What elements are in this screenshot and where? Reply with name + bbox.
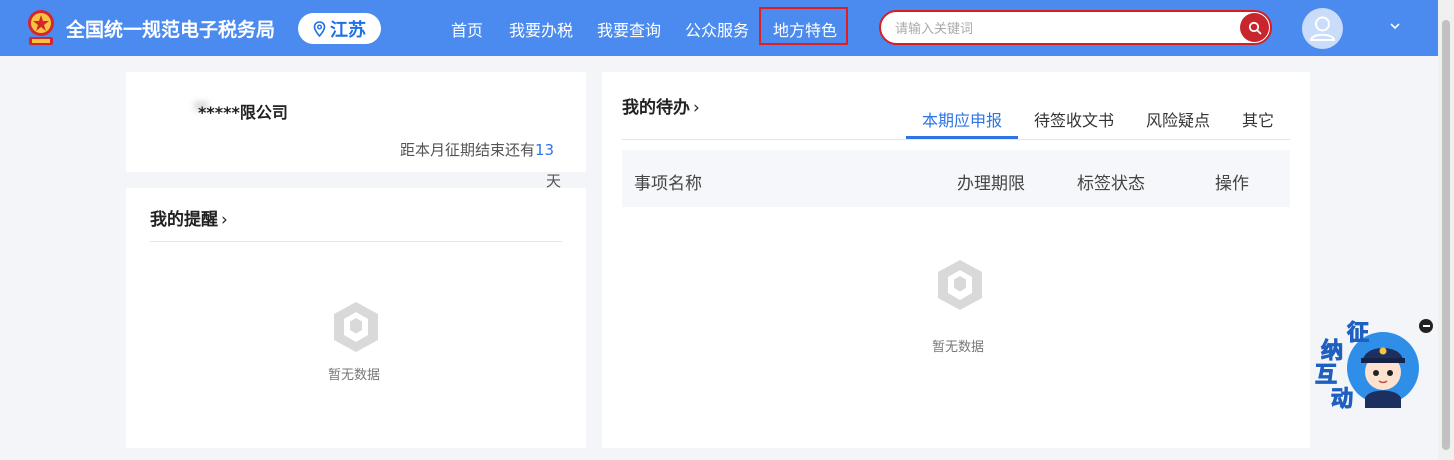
nav-highlight-box	[759, 7, 848, 45]
svg-text:互: 互	[1315, 363, 1337, 388]
todo-title-label: 我的待办	[622, 98, 690, 118]
nav-public-service[interactable]: 公众服务	[685, 17, 749, 41]
page-scrollbar-thumb[interactable]	[1442, 20, 1450, 450]
empty-box-icon	[334, 302, 378, 352]
svg-text:动: 动	[1331, 387, 1353, 412]
taxpayer-interaction-mascot[interactable]: 征 纳 互 动	[1313, 318, 1419, 414]
svg-text:纳: 纳	[1321, 338, 1343, 364]
reminders-empty-text: 暂无数据	[328, 368, 381, 383]
reminders-title-label: 我的提醒	[150, 210, 218, 230]
svg-text:征: 征	[1347, 320, 1369, 346]
search-icon	[1248, 21, 1261, 34]
table-header	[622, 150, 1290, 207]
reminders-title[interactable]: 我的提醒 ›	[150, 205, 228, 230]
tax-emblem-logo	[28, 10, 54, 45]
todo-title[interactable]: 我的待办 ›	[622, 93, 700, 118]
user-icon	[1309, 16, 1336, 41]
search-input[interactable]	[893, 17, 1237, 41]
column-header-deadline: 办理期限	[957, 174, 1025, 194]
tab-documents-to-sign[interactable]: 待签收文书	[1034, 107, 1114, 131]
active-tab-indicator	[906, 136, 1018, 139]
chevron-right-icon: ›	[693, 98, 700, 118]
region-selector[interactable]: 江苏	[298, 13, 381, 44]
tab-risk-doubts[interactable]: 风险疑点	[1146, 107, 1210, 131]
tabs-divider	[622, 139, 1290, 140]
chevron-down-icon[interactable]	[1389, 20, 1401, 32]
region-label: 江苏	[330, 19, 366, 41]
search-button[interactable]	[1240, 13, 1269, 42]
nav-tax-handling[interactable]: 我要办税	[509, 17, 573, 41]
nav-home[interactable]: 首页	[451, 17, 483, 41]
todo-empty-text: 暂无数据	[932, 340, 985, 355]
tab-other[interactable]: 其它	[1242, 107, 1274, 131]
tab-current-declarations[interactable]: 本期应申报	[922, 107, 1002, 131]
column-header-tag-status: 标签状态	[1077, 174, 1145, 194]
column-header-item-name: 事项名称	[634, 174, 702, 194]
empty-box-icon	[938, 260, 982, 310]
deadline-label: 距本月征期结束还有	[400, 141, 536, 159]
location-pin-icon	[313, 20, 326, 37]
chevron-right-icon: ›	[221, 210, 228, 230]
top-navigation-bar: 全国统一规范电子税务局 江苏 首页 我要办税 我要查询 公众服务 地方特色	[0, 0, 1438, 56]
user-avatar[interactable]	[1302, 8, 1343, 49]
mascot-collapse-button[interactable]	[1419, 319, 1433, 333]
company-name: *****限公司	[198, 103, 288, 122]
nav-query[interactable]: 我要查询	[597, 17, 661, 41]
reminders-divider	[150, 241, 562, 242]
column-header-actions: 操作	[1215, 174, 1249, 194]
deadline-text: 距本月征期结束还有13	[400, 139, 554, 160]
search-box	[879, 10, 1272, 45]
app-title: 全国统一规范电子税务局	[66, 19, 276, 41]
deadline-days: 13	[535, 141, 555, 159]
